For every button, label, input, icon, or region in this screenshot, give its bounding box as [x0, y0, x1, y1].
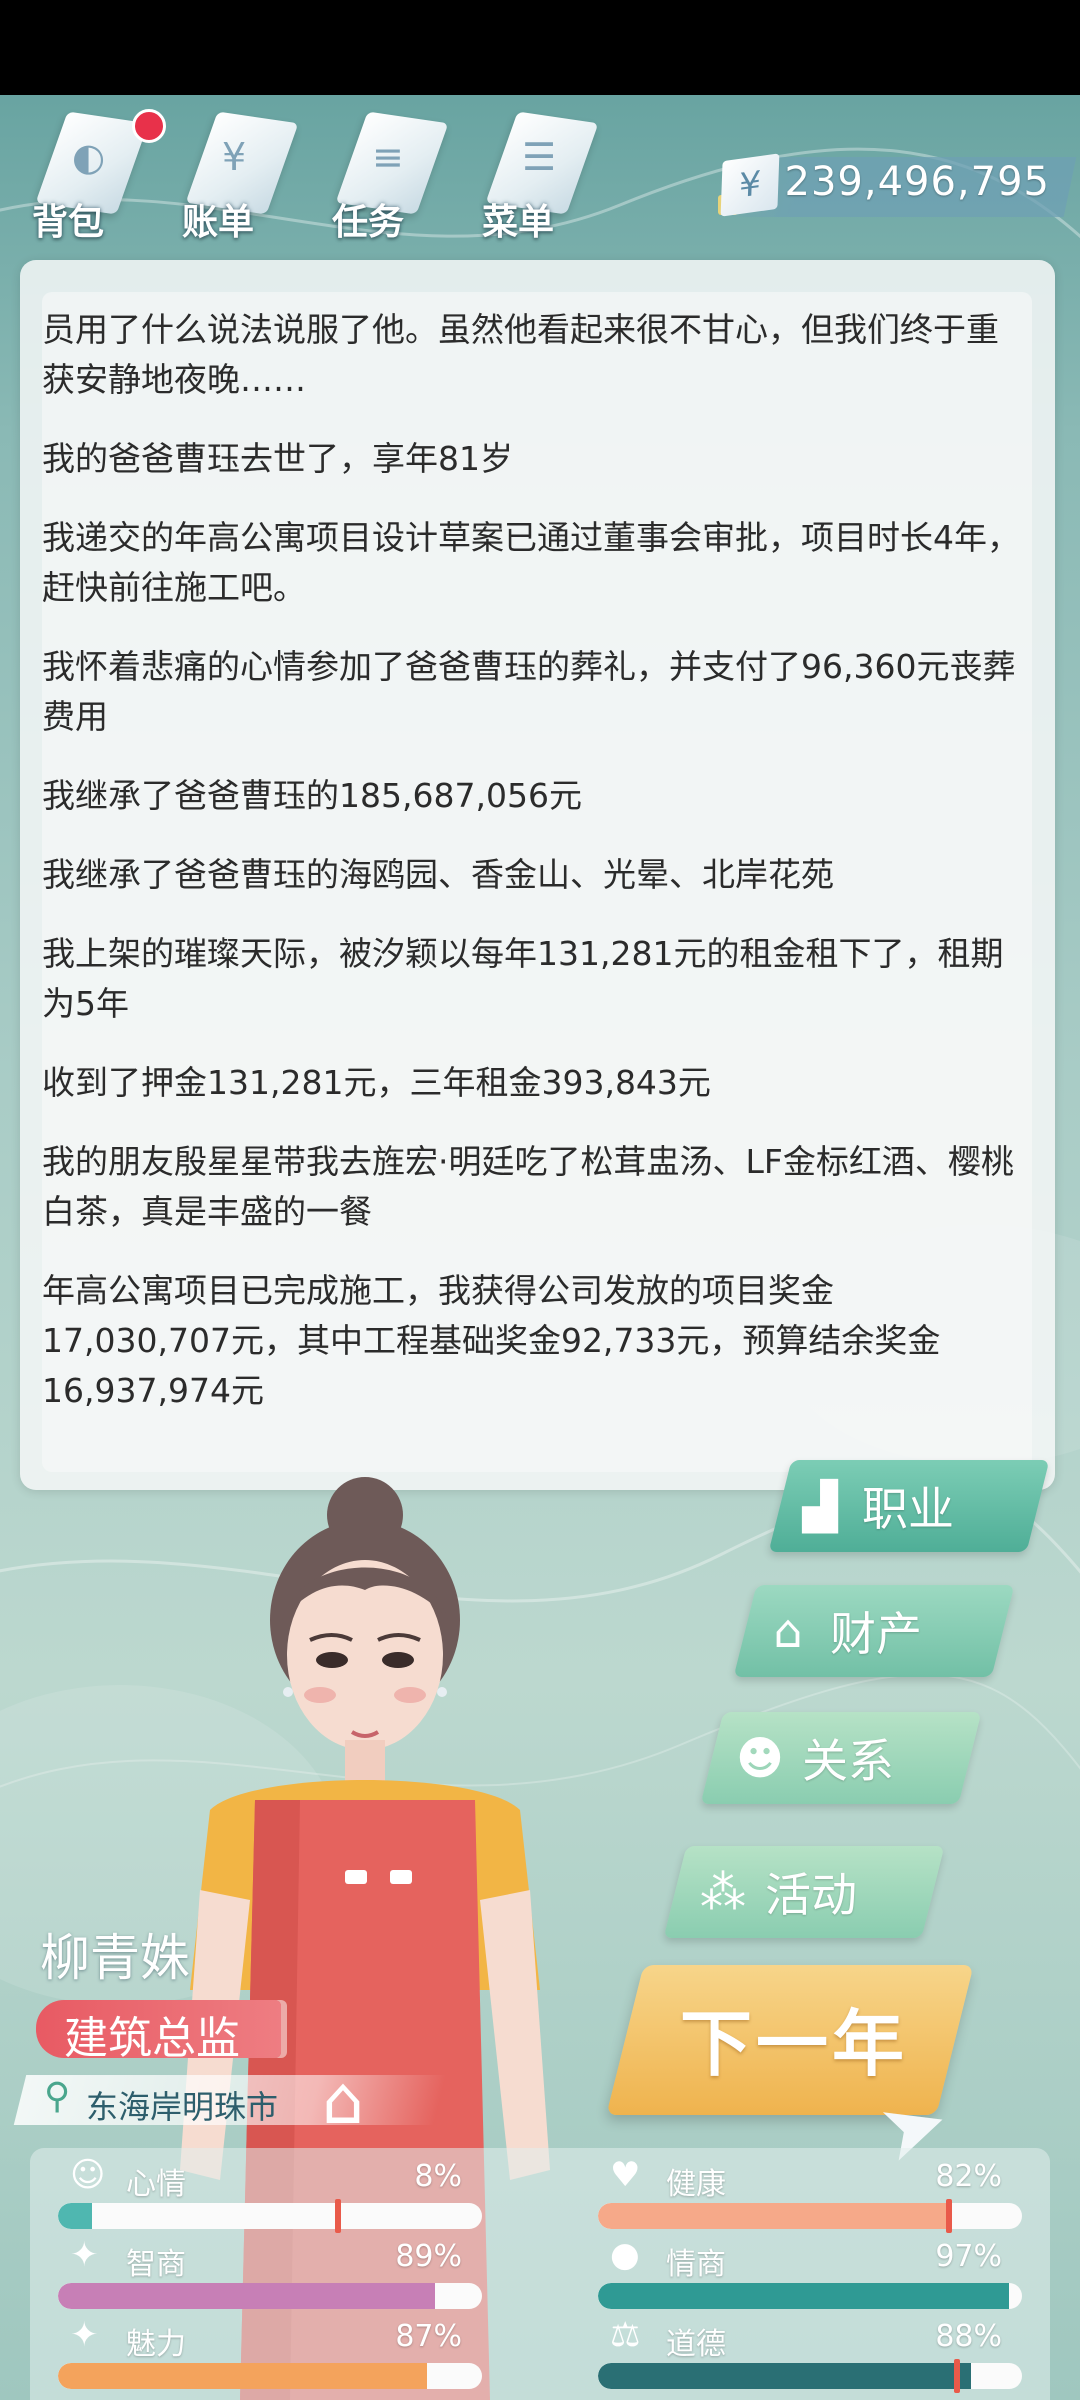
nav-task-label: 任务: [332, 202, 405, 243]
log-entry: 我继承了爸爸曹珏的185,687,056元: [42, 776, 582, 815]
scales-icon: ⚖: [610, 2315, 641, 2355]
house-icon: ⌂: [773, 1604, 803, 1658]
relations-label: 关系: [802, 1734, 894, 1788]
stat-marker: [954, 2359, 960, 2393]
stat-value: 89%: [395, 2239, 462, 2274]
stat-morality: ⚖ 道德 88%: [570, 2315, 1022, 2393]
stat-bar: [58, 2283, 482, 2309]
stat-bar: [598, 2283, 1022, 2309]
sparkle-icon: ✦: [70, 2315, 99, 2355]
nav-bill-label: 账单: [182, 202, 255, 243]
job-title: 建筑总监: [64, 2013, 240, 2064]
stat-mood: ☺ 心情 8%: [30, 2155, 482, 2233]
activity-button[interactable]: ⁂ 活动: [695, 1846, 857, 1938]
nav-task[interactable]: ≡ 任务: [320, 105, 450, 255]
activity-label: 活动: [765, 1868, 857, 1922]
status-bar: [0, 0, 1080, 95]
stat-bar: [58, 2203, 482, 2229]
stat-health: ♥ 健康 82%: [570, 2155, 1022, 2233]
chart-icon: ▟: [802, 1479, 838, 1533]
log-entry: 我上架的璀璨天际，被汐颖以每年131,281元的租金租下了，租期为5年: [42, 934, 1004, 1023]
yen-icon: ¥: [720, 153, 780, 217]
stat-value: 8%: [414, 2159, 462, 2194]
stat-bar-fill: [598, 2283, 1010, 2309]
character-name: 柳青姝: [40, 1929, 190, 1987]
stat-value: 97%: [935, 2239, 1002, 2274]
dots-icon: ⁂: [700, 1865, 746, 1919]
log-entry: 我继承了爸爸曹珏的海鸥园、香金山、光晕、北岸花苑: [42, 855, 834, 894]
stat-value: 82%: [935, 2159, 1002, 2194]
stat-eq: ● 情商 97%: [570, 2235, 1022, 2309]
menu-icon: ☰: [522, 135, 557, 179]
stat-charm: ✦ 魅力 87%: [30, 2315, 482, 2389]
money-value: 239,496,795: [784, 159, 1050, 205]
log-entry: 员用了什么说法说服了他。虽然他看起来很不甘心，但我们终于重获安静地夜晚……: [42, 310, 999, 399]
stat-label: 智商: [126, 2247, 186, 2282]
log-entry: 我的爸爸曹珏去世了，享年81岁: [42, 439, 513, 478]
task-icon: ≡: [372, 135, 404, 179]
career-button[interactable]: ▟ 职业: [792, 1460, 954, 1552]
event-log-list: 员用了什么说法说服了他。虽然他看起来很不甘心，但我们终于重获安静地夜晚…… 我的…: [42, 305, 1022, 1445]
people-icon: ☻: [736, 1731, 784, 1785]
career-label: 职业: [862, 1482, 954, 1536]
stat-marker: [335, 2199, 341, 2233]
next-year-label: 下一年: [680, 2002, 909, 2086]
stat-value: 88%: [935, 2319, 1002, 2354]
smiley-icon: ☺: [70, 2155, 106, 2195]
backpack-icon: ◐: [72, 135, 106, 179]
lightbulb-icon: ✦: [70, 2235, 99, 2275]
stat-label: 道德: [666, 2327, 726, 2362]
relations-button[interactable]: ☻ 关系: [732, 1712, 894, 1804]
top-navigation: ◐ 背包 ¥ 账单 ≡ 任务 ☰ 菜单 ¥ 239,496,795: [20, 105, 1077, 255]
stat-label: 心情: [126, 2167, 186, 2202]
stat-bar-fill: [58, 2203, 92, 2229]
assets-label: 财产: [830, 1607, 922, 1661]
nav-menu[interactable]: ☰ 菜单: [470, 105, 600, 255]
log-entry: 年高公寓项目已完成施工，我获得公司发放的项目奖金17,030,707元，其中工程…: [42, 1271, 941, 1410]
notification-badge: [132, 109, 166, 143]
log-entry: 我的朋友殷星星带我去旌宏·明廷吃了松茸盅汤、LF金标红酒、樱桃白茶，真是丰盛的一…: [42, 1142, 1014, 1231]
location-pin-icon: ⚲: [44, 2076, 71, 2117]
stat-label: 情商: [666, 2247, 726, 2282]
bill-icon: ¥: [222, 135, 247, 179]
stat-bar-fill: [58, 2363, 427, 2389]
stat-marker: [946, 2199, 952, 2233]
nav-backpack[interactable]: ◐ 背包: [20, 105, 166, 255]
nav-backpack-label: 背包: [32, 202, 105, 243]
log-entry: 我递交的年高公寓项目设计草案已通过董事会审批，项目时长4年，赶快前往施工吧。: [42, 518, 1020, 607]
stat-bar-fill: [598, 2203, 946, 2229]
heart-icon: ♥: [610, 2155, 641, 2195]
stat-bar: [598, 2203, 1022, 2229]
stat-label: 魅力: [126, 2327, 186, 2362]
stat-bar: [58, 2363, 482, 2389]
home-icon[interactable]: ⌂: [322, 2062, 364, 2139]
stat-bar-fill: [58, 2283, 436, 2309]
assets-button[interactable]: ⌂ 财产: [760, 1585, 922, 1677]
log-entry: 我怀着悲痛的心情参加了爸爸曹珏的葬礼，并支付了96,360元丧葬费用: [42, 647, 1016, 736]
stat-bar-fill: [598, 2363, 972, 2389]
nav-bill[interactable]: ¥ 账单: [170, 105, 300, 255]
stat-iq: ✦ 智商 89%: [30, 2235, 482, 2309]
stat-value: 87%: [395, 2319, 462, 2354]
city-name: 东海岸明珠市: [86, 2088, 279, 2126]
nav-menu-label: 菜单: [482, 202, 555, 243]
stat-label: 健康: [666, 2167, 726, 2202]
log-entry: 收到了押金131,281元，三年租金393,843元: [42, 1063, 711, 1102]
apple-icon: ●: [610, 2235, 640, 2275]
